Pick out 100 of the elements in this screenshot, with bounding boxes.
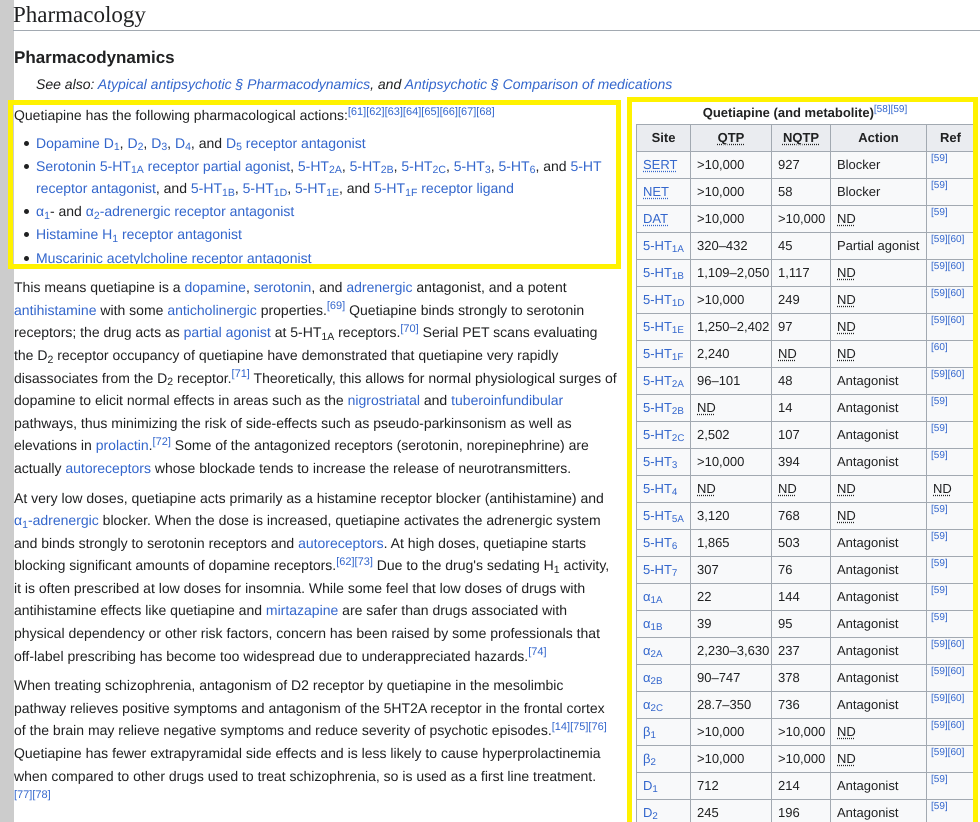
- citation-link[interactable]: [59]: [931, 612, 948, 623]
- text-link[interactable]: nigrostriatal: [348, 392, 420, 408]
- table-cell: >10,000: [697, 211, 744, 226]
- table-cell: 144: [778, 589, 800, 604]
- table-cell: >10,000: [778, 724, 826, 739]
- text-link[interactable]: 5-HT$_{1E}$: [294, 180, 339, 196]
- table-cell: 45: [778, 238, 792, 253]
- text-link[interactable]: 5-HT: [570, 158, 602, 174]
- table-cell: >10,000: [697, 292, 744, 307]
- citation-link[interactable]: [59]: [931, 207, 948, 218]
- table-cell: 249: [778, 292, 800, 307]
- table-cell: Antagonist: [837, 589, 898, 604]
- text-link[interactable]: 5-HT$_{6}$: [498, 158, 536, 174]
- body-paragraph: At very low doses, quetiapine acts primarily as a histamine receptor blocker (antihistamine) and α$_{1}$-adrenergic blocker. When the dose is increased, quetiapine activates the adrenergic system and binds strongly to serotonin receptors and autoreceptors. At high doses, quetiapine starts blocking significant amounts of dopamine receptors.$^{[62][73]}$ Due to the drug's sedating H$_{1}$ activity, it is often prescribed at low doses for insomnia. While some feel that low doses of drugs with antihistamine effects like quetiapine and mirtazapine are safer than drugs associated with physical dependency or other risk factors, concern has been raised by some professionals that off-label prescribing has become too widespread due to underappreciated hazards.$^{[74]}$: [14, 488, 610, 666]
- citation-link[interactable]: [77][78]: [14, 788, 51, 801]
- table-cell: 1,117: [778, 265, 810, 280]
- table-cell: 107: [778, 427, 800, 442]
- table-cell: ND: [837, 724, 856, 739]
- citation-link[interactable]: [59]: [931, 180, 948, 191]
- citation-link[interactable]: [59]: [931, 450, 948, 461]
- citation-link[interactable]: [59]: [931, 558, 948, 569]
- section-title: Pharmacology: [13, 1, 980, 31]
- citation-link[interactable]: [59]: [931, 531, 948, 542]
- text-link[interactable]: 5-HT$_{1F}$ receptor ligand: [374, 180, 514, 196]
- column-header: Action: [858, 130, 899, 146]
- text-link[interactable]: 5-HT$_{2B}$: [350, 158, 394, 174]
- table-cell: ND: [837, 211, 856, 226]
- text-link[interactable]: anticholinergic: [167, 302, 257, 318]
- site-link[interactable]: D$_{1}$: [643, 778, 658, 793]
- table-cell: ND: [837, 508, 856, 523]
- citation-link[interactable]: [62][73]: [336, 556, 373, 568]
- citation-link[interactable]: [14][75][76]: [552, 720, 607, 733]
- citation-link[interactable]: [60]: [931, 342, 948, 353]
- table-cell: Antagonist: [837, 670, 898, 685]
- text-link[interactable]: α$_{1}$: [36, 203, 50, 220]
- intro-text: Quetiapine has the following pharmacological actions:$^{[61][62][63][64][65][66][67][68]}$: [14, 104, 496, 125]
- table-cell: >10,000: [778, 211, 826, 226]
- citation-link[interactable]: [69]: [326, 300, 346, 312]
- bullet-icon: [24, 232, 29, 238]
- text-link[interactable]: prolactin: [96, 437, 149, 454]
- text-link[interactable]: D$_{4}$: [174, 134, 191, 151]
- table-cell: 245: [697, 805, 719, 820]
- text-link[interactable]: autoreceptors: [298, 534, 384, 551]
- citation-link[interactable]: [61][62][63][64][65][66][67][68]: [348, 106, 495, 118]
- column-header: Site: [652, 130, 676, 146]
- table-cell: 1,250–2,402: [697, 319, 770, 334]
- list-item: Dopamine D$_{1}$, D$_{2}$, D$_{3}$, D$_{4}$, and D$_{5}$ receptor antagonist: [36, 132, 619, 154]
- text-link[interactable]: mirtazapine: [266, 602, 338, 618]
- subsection-title: Pharmacodynamics: [14, 47, 176, 69]
- table-cell: 237: [778, 643, 800, 658]
- citation-link[interactable]: [72]: [152, 436, 171, 448]
- table-caption: Quetiapine (and metabolite)$^{[58][59]}$: [702, 105, 908, 120]
- text-link[interactable]: α$_{1}$-adrenergic: [14, 512, 99, 528]
- text-link[interactable]: serotonin: [254, 279, 312, 296]
- bullet-icon: [24, 140, 29, 146]
- table-cell: Antagonist: [837, 373, 898, 388]
- site-link[interactable]: β$_{2}$: [643, 751, 656, 766]
- citation-link[interactable]: [59]: [931, 801, 948, 812]
- text-link[interactable]: antihistamine: [14, 302, 96, 318]
- text-link[interactable]: 5-HT$_{1B}$: [190, 180, 235, 196]
- table-cell: 712: [697, 778, 719, 793]
- text-link[interactable]: D$_{3}$: [151, 134, 168, 151]
- text-link[interactable]: α$_{2}$-adrenergic receptor antagonist: [86, 203, 294, 220]
- text-link[interactable]: 5-HT$_{3}$: [454, 158, 491, 174]
- table-cell: 48: [778, 373, 792, 388]
- text-link[interactable]: 5-HT$_{2A}$: [298, 158, 342, 174]
- citation-link[interactable]: [59]: [931, 396, 948, 407]
- citation-link[interactable]: [74]: [528, 646, 547, 658]
- text-link[interactable]: partial agonist: [184, 324, 271, 340]
- citation-link[interactable]: [59]: [931, 774, 948, 785]
- text-link[interactable]: Antipsychotic § Comparison of medications: [404, 76, 672, 92]
- table-cell: ND: [837, 292, 856, 307]
- site-link[interactable]: β$_{1}$: [643, 724, 656, 739]
- citation-link[interactable]: [59]: [931, 504, 948, 515]
- text-link[interactable]: Dopamine D$_{1}$: [36, 134, 120, 151]
- text-link[interactable]: dopamine: [184, 279, 246, 296]
- table-cell: 378: [778, 670, 800, 685]
- text-link[interactable]: adrenergic: [346, 279, 412, 296]
- table-cell: 307: [697, 562, 719, 577]
- text-link[interactable]: 5-HT$_{1D}$: [242, 180, 288, 196]
- text-link[interactable]: tuberoinfundibular: [451, 392, 564, 408]
- text-link[interactable]: D$_{2}$: [127, 134, 144, 151]
- table-cell: Antagonist: [837, 616, 898, 631]
- text-link[interactable]: Histamine H$_{1}$ receptor antagonist: [36, 226, 242, 242]
- citation-link[interactable]: [71]: [232, 368, 250, 380]
- column-header: QTP: [718, 130, 744, 146]
- text-link[interactable]: D$_{5}$ receptor antagonist: [226, 134, 366, 151]
- citation-link[interactable]: [70]: [400, 322, 419, 335]
- site-link[interactable]: D$_{2}$: [643, 805, 658, 820]
- citation-link[interactable]: [59]: [931, 153, 948, 164]
- text-link[interactable]: Muscarinic acetylcholine receptor antagonist: [36, 250, 312, 266]
- text-link[interactable]: Atypical antipsychotic § Pharmacodynamics: [98, 76, 370, 92]
- text-link[interactable]: Serotonin 5-HT$_{1A}$ receptor partial agonist: [36, 158, 290, 174]
- text-link[interactable]: 5-HT$_{2C}$: [401, 158, 446, 174]
- text-link[interactable]: autoreceptors: [65, 460, 151, 476]
- text-link[interactable]: receptor antagonist: [36, 180, 156, 196]
- citation-link[interactable]: [59]: [931, 423, 948, 434]
- table-cell: 927: [778, 157, 800, 172]
- citation-link[interactable]: [59]: [931, 585, 948, 596]
- table-cell: 768: [778, 508, 800, 523]
